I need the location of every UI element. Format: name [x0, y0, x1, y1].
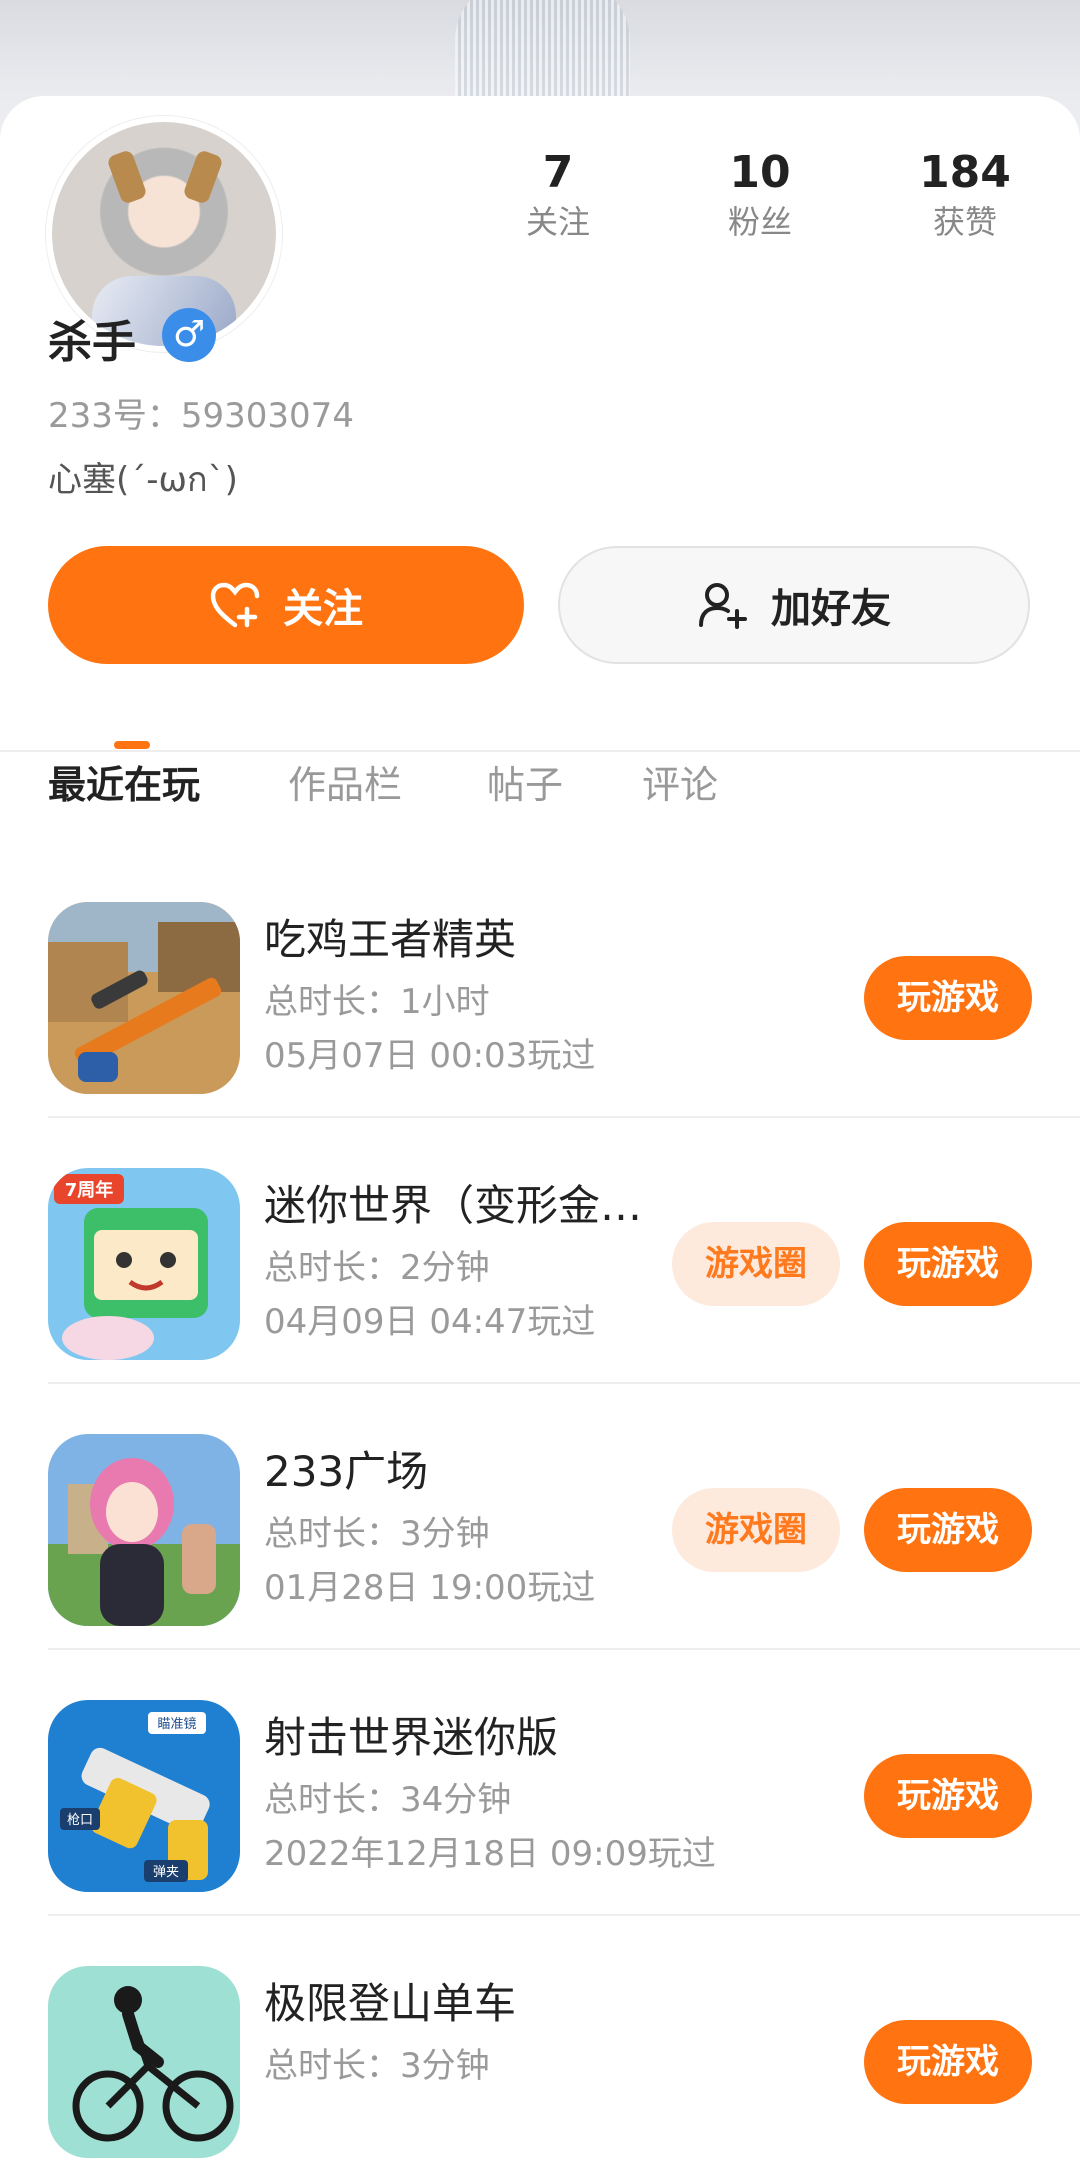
game-circle-button[interactable]: 游戏圈 [672, 1488, 840, 1572]
user-signature: 心塞(´-ωก`) [48, 460, 238, 500]
game-title: 迷你世界（变形金… [264, 1181, 643, 1230]
game-last-played: 05月07日 00:03玩过 [264, 1036, 596, 1076]
scope-label: 瞄准镜 [157, 1717, 196, 1732]
tab-works[interactable]: 作品栏 [288, 754, 402, 809]
game-icon-sniper [48, 902, 240, 1094]
stat-following[interactable]: 7 关注 [488, 146, 628, 244]
game-duration: 总时长：3分钟 [264, 2046, 490, 2086]
game-circle-button[interactable]: 游戏圈 [672, 1222, 840, 1306]
game-duration: 总时长：1小时 [264, 982, 490, 1022]
male-icon: ♂ [162, 308, 216, 362]
tab-comments[interactable]: 评论 [642, 754, 718, 809]
stat-fans-label: 粉丝 [727, 203, 792, 241]
stat-following-value: 7 [542, 147, 574, 198]
game-last-played: 2022年12月18日 09:09玩过 [264, 1834, 716, 1874]
play-game-button[interactable]: 玩游戏 [864, 956, 1032, 1040]
play-game-button[interactable]: 玩游戏 [864, 1754, 1032, 1838]
add-user-icon [697, 579, 749, 631]
game-icon-shooting-world: 瞄准镜 枪口 弹夹 [48, 1700, 240, 1892]
tab-posts[interactable]: 帖子 [487, 754, 563, 809]
stat-following-label: 关注 [525, 203, 590, 241]
game-row[interactable]: 瞄准镜 枪口 弹夹 射击世界迷你版 总时长：34分钟 2022年12月18日 0… [0, 1650, 1080, 1916]
play-game-button[interactable]: 玩游戏 [864, 1488, 1032, 1572]
game-title: 极限登山单车 [264, 1979, 517, 2028]
avatar-antler-left [106, 149, 148, 205]
game-icon-mini-world: 7周年 [48, 1168, 240, 1360]
stat-fans-value: 10 [729, 147, 791, 198]
game-last-played: 04月09日 04:47玩过 [264, 1302, 596, 1342]
avatar-antler-right [182, 149, 224, 205]
stat-likes[interactable]: 184 获赞 [895, 146, 1035, 244]
muzzle-label: 枪口 [67, 1812, 93, 1828]
game-row[interactable]: 极限登山单车 总时长：3分钟 玩游戏 [0, 1916, 1080, 2182]
game-row[interactable]: 7周年 迷你世界（变形金… 总时长：2分钟 04月09日 04:47玩过 游戏圈… [0, 1118, 1080, 1384]
tab-recent-play[interactable]: 最近在玩 [48, 754, 200, 809]
heart-plus-icon [209, 581, 261, 629]
game-duration: 总时长：34分钟 [264, 1780, 512, 1820]
game-row[interactable]: 233广场 总时长：3分钟 01月28日 19:00玩过 游戏圈 玩游戏 [0, 1384, 1080, 1650]
game-row[interactable]: 吃鸡王者精英 总时长：1小时 05月07日 00:03玩过 玩游戏 [0, 852, 1080, 1118]
stat-likes-value: 184 [919, 147, 1011, 198]
stat-fans[interactable]: 10 粉丝 [690, 146, 830, 244]
play-game-button[interactable]: 玩游戏 [864, 2020, 1032, 2104]
game-duration: 总时长：3分钟 [264, 1514, 490, 1554]
tab-active-indicator [114, 741, 150, 749]
game-duration: 总时长：2分钟 [264, 1248, 490, 1288]
game-title: 射击世界迷你版 [264, 1713, 559, 1762]
game-title: 吃鸡王者精英 [264, 915, 517, 964]
play-game-button[interactable]: 玩游戏 [864, 1222, 1032, 1306]
user-id: 233号：59303074 [48, 396, 354, 436]
follow-label: 关注 [283, 586, 363, 632]
add-friend-button[interactable]: 加好友 [558, 546, 1030, 664]
profile-tabs: 最近在玩 作品栏 帖子 评论 [0, 736, 1080, 846]
stat-likes-label: 获赞 [932, 203, 997, 241]
game-title: 233广场 [264, 1447, 429, 1496]
game-last-played: 01月28日 19:00玩过 [264, 1568, 596, 1608]
tabs-divider [0, 750, 1080, 752]
user-name: 杀手 [48, 317, 136, 368]
game-icon-mountain-bike [48, 1966, 240, 2158]
follow-button[interactable]: 关注 [48, 546, 524, 664]
game-icon-233-plaza [48, 1434, 240, 1626]
magazine-label: 弹夹 [153, 1865, 179, 1880]
mini-world-badge: 7周年 [65, 1179, 114, 1201]
add-friend-label: 加好友 [771, 586, 891, 632]
